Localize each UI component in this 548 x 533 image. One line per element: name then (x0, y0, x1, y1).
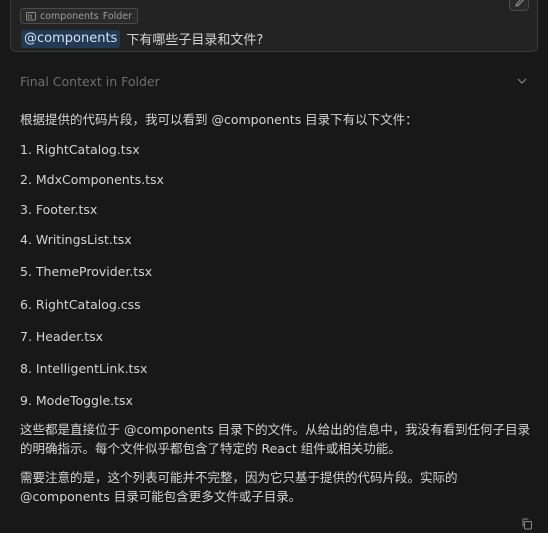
answer-paragraph: 需要注意的是，这个列表可能并不完整，因为它只基于提供的代码片段。实际的 @com… (20, 470, 458, 504)
section-header[interactable]: Final Context in Folder (20, 72, 528, 90)
pencil-icon (514, 0, 524, 7)
user-query: @components 下有哪些子目录和文件? (21, 29, 263, 48)
file-item: 1. RightCatalog.tsx (20, 142, 140, 157)
mention-pill[interactable]: @components (21, 29, 121, 48)
copy-icon[interactable] (521, 518, 533, 530)
file-item: 7. Header.tsx (20, 329, 104, 344)
context-card: components Folder @components 下有哪些子目录和文件… (10, 0, 538, 52)
file-item: 4. WritingsList.tsx (20, 232, 132, 247)
edit-button[interactable] (509, 0, 529, 11)
folder-icon (26, 12, 36, 21)
chevron-down-icon[interactable] (516, 75, 528, 87)
file-item: 3. Footer.tsx (20, 202, 98, 217)
file-item: 9. ModeToggle.tsx (20, 393, 133, 408)
section-title: Final Context in Folder (20, 73, 160, 89)
chip-type: Folder (102, 10, 133, 22)
file-item: 8. IntelligentLink.tsx (20, 361, 148, 376)
chip-label: components (40, 10, 99, 22)
answer-paragraph: 这些都是直接位于 @components 目录下的文件。从给出的信息中，我没有看… (20, 422, 531, 456)
answer-intro: 根据提供的代码片段，我可以看到 @components 目录下有以下文件： (20, 112, 418, 127)
file-item: 2. MdxComponents.tsx (20, 172, 164, 187)
file-item: 6. RightCatalog.css (20, 297, 141, 312)
file-item: 5. ThemeProvider.tsx (20, 264, 153, 279)
context-chip[interactable]: components Folder (20, 8, 139, 24)
query-text: 下有哪些子目录和文件? (126, 33, 264, 48)
